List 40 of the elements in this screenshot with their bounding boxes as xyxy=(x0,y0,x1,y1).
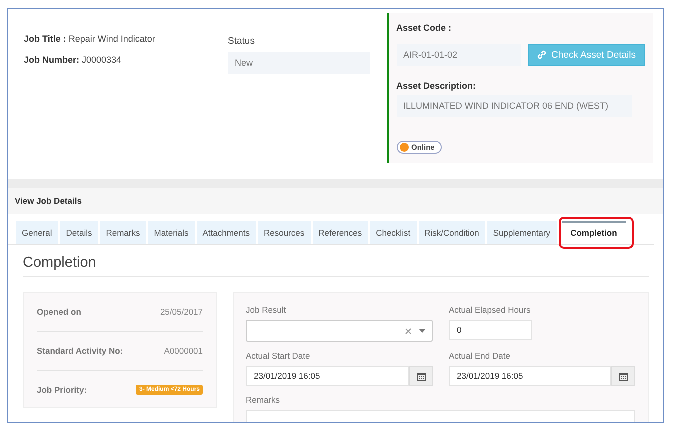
section-title: View Job Details xyxy=(15,196,82,206)
job-title: Job Title : Repair Wind Indicator xyxy=(24,34,156,44)
job-number: Job Number: J0000334 xyxy=(24,55,123,65)
calendar-icon xyxy=(416,372,426,380)
calendar-icon xyxy=(618,372,628,380)
tab[interactable]: Supplementary xyxy=(487,221,557,244)
asset-code-field: AIR-01-01-02 xyxy=(396,44,521,66)
tab[interactable]: Checklist xyxy=(370,221,417,244)
clear-icon xyxy=(405,328,412,334)
field-label: Actual Start Date xyxy=(246,351,312,361)
status-field: New xyxy=(228,52,370,74)
tab[interactable]: References xyxy=(312,221,368,244)
summary-label: Standard Activity No: xyxy=(37,346,124,356)
elapsed-hours-field[interactable]: 0 xyxy=(449,320,532,340)
summary-value: A0000001 xyxy=(164,346,203,356)
status-label: Status xyxy=(228,36,256,47)
summary-value: 25/05/2017 xyxy=(160,307,203,317)
start-date-field[interactable]: 23/01/2019 16:05 xyxy=(246,366,409,386)
field-label: Actual End Date xyxy=(449,351,512,361)
link-icon xyxy=(536,50,547,60)
field-label: Actual Elapsed Hours xyxy=(449,305,532,315)
panel-title: Completion xyxy=(23,255,649,277)
asset-description-label: Asset Description: xyxy=(396,81,476,91)
tab[interactable]: Materials xyxy=(148,221,195,244)
calendar-button[interactable] xyxy=(409,366,433,386)
tab[interactable]: Remarks xyxy=(100,221,146,244)
summary-label: Job Priority: xyxy=(37,385,88,395)
summary-label: Opened on xyxy=(37,307,82,317)
calendar-button[interactable] xyxy=(611,366,635,386)
asset-description-field: ILLUMINATED WIND INDICATOR 06 END (WEST) xyxy=(396,95,632,117)
end-date-field[interactable]: 23/01/2019 16:05 xyxy=(449,366,611,386)
caret-icon xyxy=(419,329,426,333)
tab[interactable]: Risk/Condition xyxy=(418,221,486,244)
field-label: Remarks xyxy=(246,395,280,405)
tab[interactable]: Details xyxy=(60,221,98,244)
asset-code-label: Asset Code : xyxy=(396,23,452,33)
field-label: Job Result xyxy=(246,305,288,315)
tab[interactable]: Attachments xyxy=(196,221,256,244)
tab[interactable]: General xyxy=(16,221,58,244)
tab[interactable]: Resources xyxy=(258,221,311,244)
